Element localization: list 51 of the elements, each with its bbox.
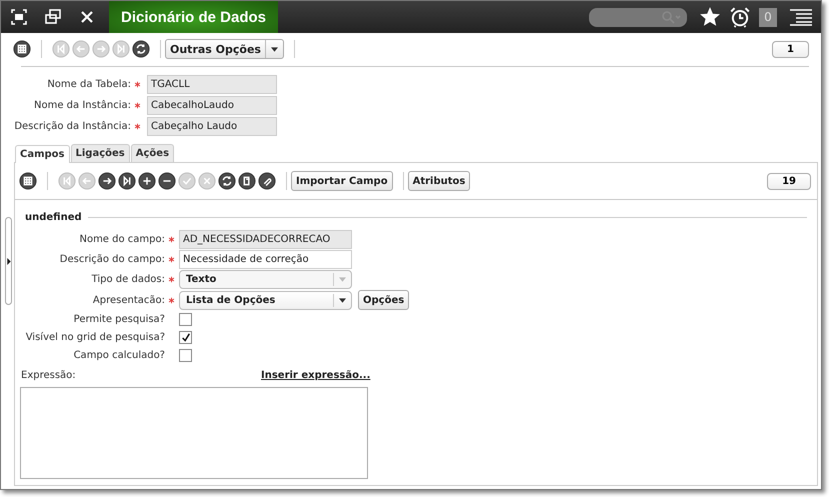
caret-icon [339,277,346,282]
field-label: Expressão: [21,370,77,381]
search-field[interactable] [589,8,687,26]
field-label: Nome do campo: [79,234,166,245]
field-label: Apresentacão: [92,294,166,306]
restore-window-icon[interactable] [43,7,63,27]
menu-icon[interactable] [789,6,813,28]
field-label: Visível no grid de pesquisa? [26,332,166,343]
refresh-icon[interactable] [132,40,150,58]
paperclip-icon[interactable] [258,172,276,190]
input-field[interactable]: Necessidade de correção [179,250,352,269]
tab[interactable]: Ligações [70,144,130,162]
tab[interactable]: Campos [15,145,70,163]
checkbox[interactable] [179,331,192,344]
section-title: undefined [25,212,82,223]
field-label: Permite pesquisa? [74,314,166,325]
grid-icon[interactable] [13,40,31,58]
window-title[interactable]: Dicionário de Dados [109,1,278,33]
refresh-icon[interactable] [218,172,236,190]
checkbox[interactable] [179,349,192,362]
record-count: 19 [767,172,811,190]
plus-icon[interactable] [138,172,156,190]
alarm-clock-icon[interactable] [729,6,751,28]
options-button[interactable]: Opções [358,290,410,310]
side-panel-handle[interactable] [5,217,12,305]
options-dropdown[interactable]: Outras Opções [165,39,284,59]
field-label: Descrição do campo: [60,254,166,265]
input-field[interactable]: TGACLL [147,75,277,94]
caret-icon [270,46,278,52]
input-field[interactable]: CabecalhoLaudo [147,96,277,115]
maximize-icon[interactable] [9,7,29,27]
input-field[interactable]: Cabeçalho Laudo [147,117,277,136]
last-icon[interactable] [118,172,136,190]
checkbox[interactable] [179,313,192,326]
minus-icon[interactable] [158,172,176,190]
caret-icon [339,298,346,302]
field-label: Descrição da Instância: [14,121,132,132]
star-icon[interactable] [699,6,721,28]
copy-icon[interactable] [238,172,256,190]
field-label: Nome da Instância: [34,100,132,111]
grid-icon[interactable] [19,172,37,190]
insert-expression-link[interactable]: Inserir expressão... [261,370,370,381]
field-label: Campo calculado? [74,350,166,361]
toolbar-button[interactable]: Atributos [408,171,470,191]
dropdown[interactable]: Lista de Opções [179,290,352,310]
field-label: Nome da Tabela: [47,79,132,90]
field-label: Tipo de dados: [92,274,166,285]
search-icon [661,10,681,24]
record-count: 1 [772,40,809,58]
toolbar-button[interactable]: Importar Campo [291,171,393,191]
tab[interactable]: Ações [130,144,174,162]
